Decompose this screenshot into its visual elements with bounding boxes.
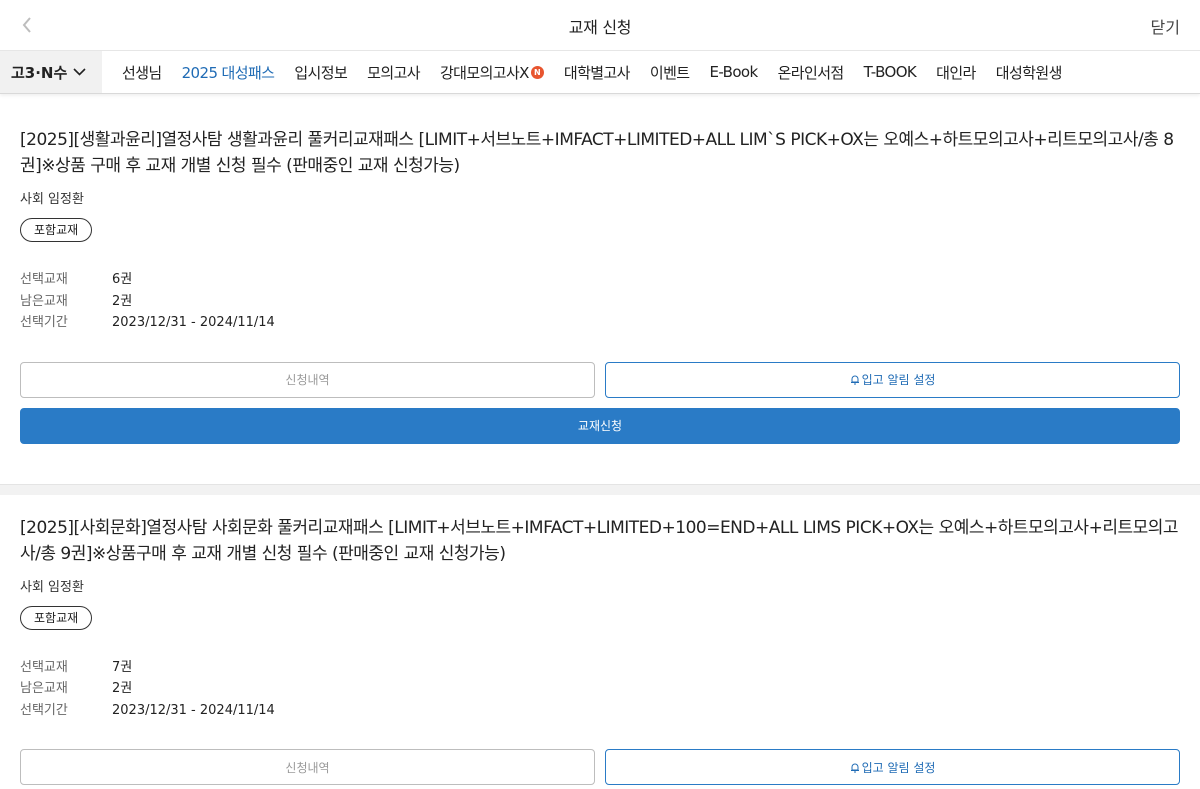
section-divider: [0, 483, 1200, 495]
nav-item-academy-students[interactable]: 대성학원생: [996, 62, 1063, 83]
card-title: [2025][사회문화]열정사탐 사회문화 풀커리교재패스 [LIMIT+서브노…: [20, 517, 1179, 564]
chevron-left-icon: [22, 17, 31, 33]
category-nav: 고3·N수 선생님 2025 대성패스 입시정보 모의고사 강대모의고사X N …: [0, 51, 1200, 94]
grade-label: 고3·N수: [11, 63, 68, 82]
included-books-tag[interactable]: 포함교재: [20, 605, 93, 630]
card-actions: 신청내역 입고 알림 설정: [20, 361, 1180, 398]
info-label: 남은교재: [20, 681, 68, 696]
info-value: 2권: [112, 681, 133, 696]
info-value: 2023/12/31 - 2024/11/14: [112, 315, 275, 330]
application-history-button[interactable]: 신청내역: [20, 749, 595, 785]
teacher-name: 사회 임정환: [20, 579, 84, 595]
included-books-tag[interactable]: 포함교재: [20, 218, 93, 242]
restock-alert-label: 입고 알림 설정: [861, 373, 936, 387]
restock-alert-button[interactable]: 입고 알림 설정: [605, 361, 1180, 398]
info-label: 선택교재: [20, 272, 68, 287]
info-value: 7권: [112, 659, 133, 675]
info-row-remaining: 남은교재 2권: [20, 678, 1180, 700]
bell-icon: [850, 763, 859, 772]
info-label: 선택교재: [20, 659, 68, 675]
card-actions: 신청내역 입고 알림 설정: [20, 749, 1180, 785]
textbook-pass-card: [2025][생활과윤리]열정사탐 생활과윤리 풀커리교재패스 [LIMIT+서…: [0, 97, 1200, 484]
nav-item-admission-info[interactable]: 입시정보: [294, 62, 347, 83]
info-table: 선택교재 7권 남은교재 2권 선택기간 2023/12/31 - 2024/1…: [20, 657, 1180, 722]
top-bar: 교재 신청 닫기: [0, 0, 1200, 51]
info-value: 2023/12/31 - 2024/11/14: [112, 702, 275, 718]
info-label: 선택기간: [20, 315, 68, 330]
nav-item-kangdae-mock-x[interactable]: 강대모의고사X N: [440, 62, 544, 83]
nav-item-mock-exam[interactable]: 모의고사: [367, 62, 420, 83]
back-button[interactable]: [12, 10, 42, 40]
info-value: 6권: [112, 272, 133, 287]
info-row-selected: 선택교재 7권: [20, 657, 1180, 679]
grade-dropdown[interactable]: 고3·N수: [0, 51, 102, 93]
new-badge: N: [530, 65, 544, 79]
info-label: 선택기간: [20, 702, 68, 718]
close-button[interactable]: 닫기: [1151, 14, 1180, 38]
textbook-list: [2025][생활과윤리]열정사탐 생활과윤리 풀커리교재패스 [LIMIT+서…: [0, 97, 1200, 785]
nav-item-university-exam[interactable]: 대학별고사: [564, 62, 631, 83]
application-history-button[interactable]: 신청내역: [20, 361, 595, 398]
chevron-down-icon: [73, 68, 86, 76]
nav-item-2025-pass[interactable]: 2025 대성패스: [182, 62, 275, 83]
info-table: 선택교재 6권 남은교재 2권 선택기간 2023/12/31 - 2024/1…: [20, 269, 1180, 334]
nav-menu: 선생님 2025 대성패스 입시정보 모의고사 강대모의고사X N 대학별고사 …: [102, 51, 1082, 93]
nav-item-ebook[interactable]: E-Book: [710, 63, 759, 81]
nav-item-events[interactable]: 이벤트: [650, 62, 690, 83]
restock-alert-button[interactable]: 입고 알림 설정: [605, 749, 1180, 785]
info-row-period: 선택기간 2023/12/31 - 2024/11/14: [20, 312, 1180, 334]
info-row-selected: 선택교재 6권: [20, 269, 1180, 291]
textbook-pass-card: [2025][사회문화]열정사탐 사회문화 풀커리교재패스 [LIMIT+서브노…: [0, 495, 1200, 785]
nav-item-tbook[interactable]: T-BOOK: [864, 63, 917, 81]
bell-icon: [850, 375, 859, 385]
page-title: 교재 신청: [568, 18, 632, 37]
card-title: [2025][생활과윤리]열정사탐 생활과윤리 풀커리교재패스 [LIMIT+서…: [20, 130, 1174, 176]
restock-alert-label: 입고 알림 설정: [861, 760, 936, 775]
info-label: 남은교재: [20, 293, 68, 309]
nav-item-online-bookstore[interactable]: 온라인서점: [778, 62, 845, 83]
nav-item-daeinra[interactable]: 대인라: [936, 62, 976, 83]
nav-item-teachers[interactable]: 선생님: [122, 62, 162, 83]
info-value: 2권: [112, 293, 133, 309]
info-row-period: 선택기간 2023/12/31 - 2024/11/14: [20, 700, 1180, 722]
apply-textbook-button[interactable]: 교재신청: [20, 407, 1180, 444]
info-row-remaining: 남은교재 2권: [20, 291, 1180, 313]
nav-item-label: 강대모의고사X: [439, 63, 529, 82]
teacher-name: 사회 임정환: [20, 192, 84, 207]
